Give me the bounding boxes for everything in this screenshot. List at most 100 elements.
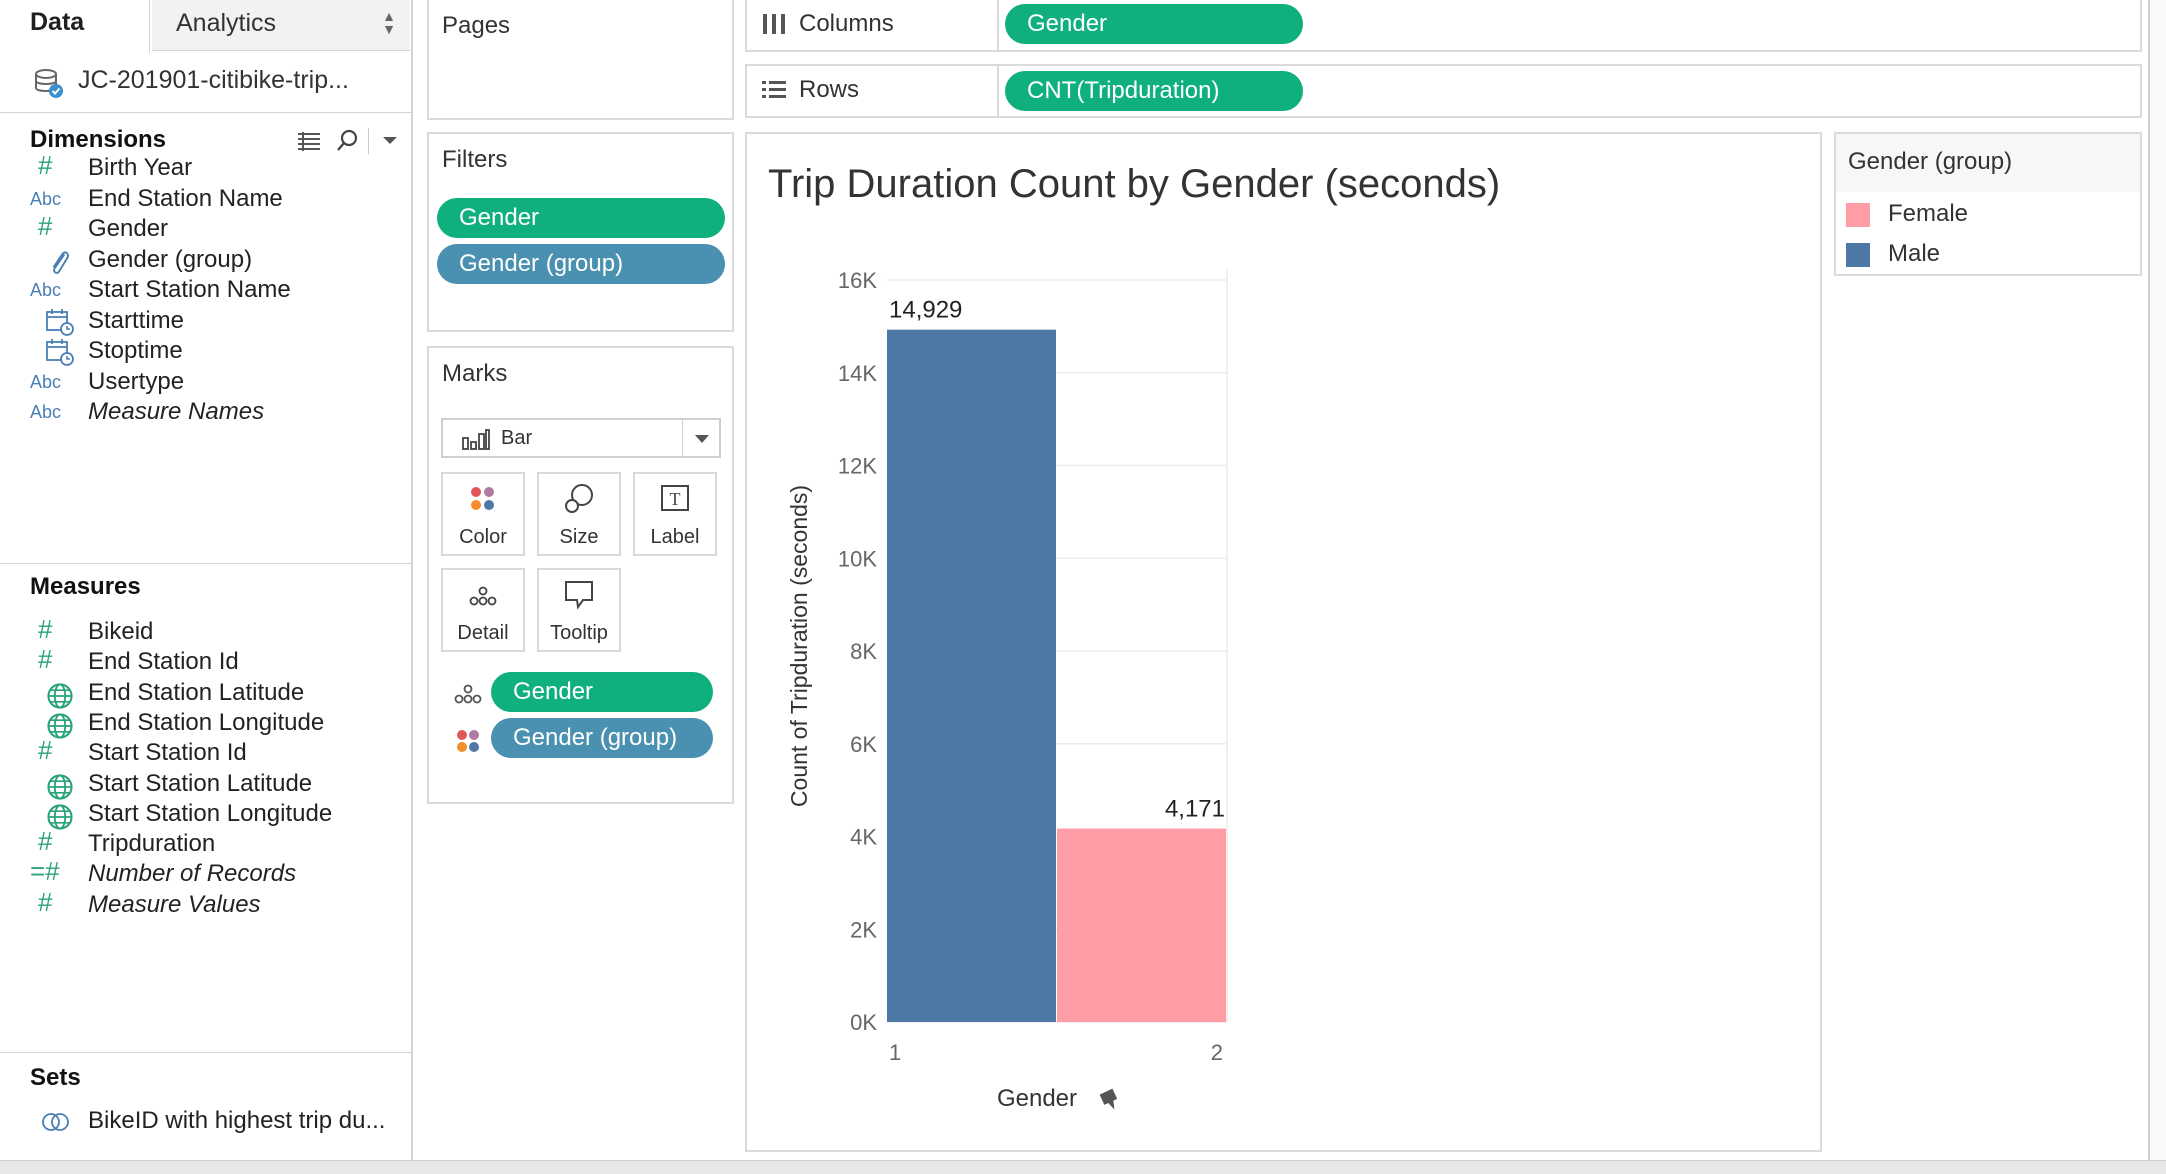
search-icon[interactable] (336, 128, 360, 152)
legend-swatch-female (1846, 203, 1870, 227)
field-label: Gender (group) (88, 245, 253, 273)
marks-size-button[interactable]: Size (537, 472, 621, 556)
hash-icon: # (38, 886, 53, 917)
legend-label-male: Male (1888, 240, 1941, 267)
bar-value-label: 4,171 (1165, 796, 1225, 823)
bar-chart-icon (462, 429, 490, 450)
columns-label: Columns (799, 10, 894, 37)
field-label: Birth Year (88, 154, 193, 181)
tooltip-bubble-icon (565, 581, 593, 610)
filters-title: Filters (442, 146, 508, 173)
marks-tooltip-button[interactable]: Tooltip (537, 568, 621, 652)
field-measure-names[interactable]: Abc Measure Names (30, 396, 400, 434)
marks-title: Marks (442, 360, 508, 387)
calendar-clock-icon (46, 308, 74, 336)
marks-label-label: Label (650, 526, 700, 548)
filter-pill-gender-group[interactable]: Gender (group) (437, 244, 725, 284)
chevron-down-icon (695, 435, 709, 443)
paperclip-icon (52, 250, 69, 274)
right-edge-strip (2148, 0, 2166, 1160)
updown-caret-icon: ▲ ▼ (382, 8, 396, 37)
marks-pill-gender-group[interactable]: Gender (group) (491, 718, 713, 758)
measures-header: Measures (30, 573, 141, 600)
view-canvas[interactable]: 0K 2K 4K 6K 8K 10K 12K 14K 16K 14,929 1 4,171 2 Count… (745, 132, 1822, 1152)
hash-icon: # (38, 735, 53, 766)
shelf-divider (997, 66, 999, 116)
dimensions-toolbar (292, 128, 407, 154)
bar-chart: 0K 2K 4K 6K 8K 10K 12K 14K 16K 14,929 1 4,171 2 Count… (786, 268, 1228, 1112)
size-circles-icon (565, 484, 593, 513)
marks-detail-button[interactable]: Detail (441, 568, 525, 652)
tab-analytics-label: Analytics (176, 9, 277, 37)
calendar-clock-icon (46, 339, 74, 366)
text-label-icon: T (661, 485, 689, 511)
field-label: Tripduration (88, 830, 216, 858)
legend-item-male[interactable]: Male (1846, 238, 2126, 272)
field-label: Start Station Longitude (88, 799, 333, 827)
columns-pill-gender[interactable]: Gender (1005, 4, 1303, 44)
field-label: Starttime (88, 306, 185, 334)
color-legend: Gender (group) Female Male (1834, 132, 2142, 276)
chevron-down-icon[interactable] (382, 136, 398, 146)
sheet-tab-bar[interactable] (0, 1160, 2166, 1174)
columns-icon (763, 14, 785, 34)
columns-shelf[interactable]: Columns Gender (745, 0, 2142, 52)
pages-shelf[interactable]: Pages (427, 0, 734, 120)
pin-icon (1099, 1088, 1118, 1110)
mark-type-dropdown[interactable]: Bar (441, 418, 721, 458)
data-pane: Data Analytics ▲ ▼ JC-201901-citibike-tri… (0, 0, 413, 1160)
hash-icon: # (38, 644, 53, 675)
detail-dots-icon (469, 586, 497, 606)
y-axis-title: Count of Tripduration (seconds) (786, 485, 812, 807)
field-bikeid-with-highest-trip-du[interactable]: BikeID with highest trip du... (30, 1105, 400, 1143)
calculated-hash-icon: =# (30, 856, 60, 887)
toolbar-divider (368, 128, 369, 154)
list-view-icon[interactable] (296, 130, 322, 152)
field-label: Number of Records (88, 860, 297, 888)
filter-pill-gender[interactable]: Gender (437, 198, 725, 238)
marks-color-label: Color (459, 526, 507, 548)
datasource-item[interactable]: JC-201901-citibike-trip... (0, 58, 413, 113)
rows-label: Rows (799, 76, 860, 103)
filters-shelf[interactable]: Filters Gender Gender (group) (427, 132, 734, 332)
field-label: Gender (88, 215, 169, 242)
set-icon (42, 1113, 69, 1131)
field-label: End Station Name (88, 184, 283, 212)
color-dots-icon (471, 487, 494, 510)
svg-text:T: T (670, 489, 681, 509)
section-divider (0, 563, 413, 564)
x-tick-label: 2 (1211, 1040, 1223, 1065)
field-label: Stoptime (88, 337, 183, 364)
y-tick-label: 16K (838, 268, 877, 293)
rows-pill-cnt-tripduration[interactable]: CNT(Tripduration) (1005, 71, 1303, 111)
dropdown-divider (682, 420, 683, 456)
tab-analytics[interactable]: Analytics ▲ ▼ (152, 0, 410, 51)
rows-shelf[interactable]: Rows CNT(Tripduration) (745, 64, 2142, 118)
pane-tabs: Data Analytics ▲ ▼ (0, 0, 413, 53)
marks-size-label: Size (559, 526, 599, 548)
field-label: End Station Longitude (88, 708, 325, 736)
marks-pill-gender[interactable]: Gender (491, 672, 713, 712)
abc-icon: Abc (30, 402, 62, 422)
field-label: Start Station Latitude (88, 769, 313, 797)
marks-color-button[interactable]: Color (441, 472, 525, 556)
field-label: Measure Values (88, 890, 261, 918)
bar-value-label: 14,929 (889, 297, 962, 324)
field-label: Measure Names (88, 398, 265, 425)
pages-title: Pages (442, 12, 511, 39)
marks-label-button[interactable]: T Label (633, 472, 717, 556)
datasource-icon (35, 69, 63, 98)
y-tick-label: 8K (850, 639, 877, 664)
detail-dots-icon (454, 684, 482, 704)
hash-icon: # (38, 150, 53, 180)
legend-title: Gender (group) (1848, 148, 2013, 175)
marks-card: Marks Bar Color Size T Label Detail Tool… (427, 346, 734, 804)
field-measure-values[interactable]: # Measure Values (30, 886, 400, 927)
x-axis-title: Gender (997, 1085, 1077, 1112)
y-tick-label: 4K (850, 825, 877, 850)
marks-tooltip-label: Tooltip (550, 622, 608, 644)
section-divider (0, 1052, 413, 1053)
tab-data[interactable]: Data (0, 0, 150, 53)
y-tick-label: 10K (838, 546, 877, 571)
legend-item-female[interactable]: Female (1846, 198, 2126, 232)
